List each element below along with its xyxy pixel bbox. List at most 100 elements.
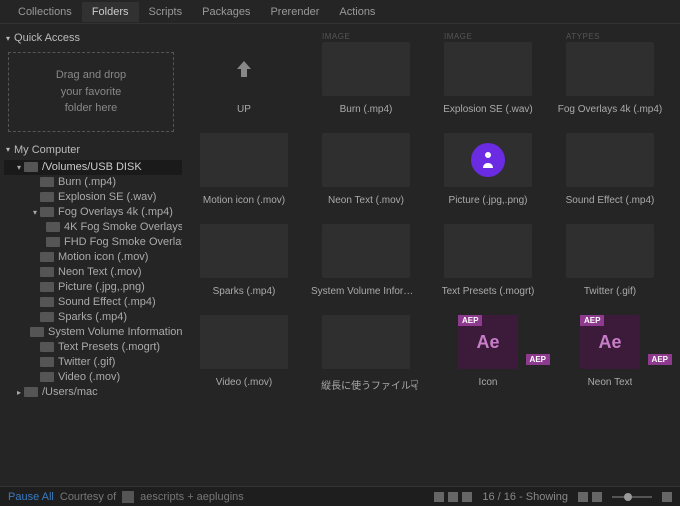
aep-tab: AEP	[580, 315, 604, 326]
tree-item[interactable]: Neon Text (.mov)	[4, 265, 182, 280]
layout-a-button[interactable]	[578, 492, 588, 502]
tab-collections[interactable]: Collections	[8, 2, 82, 22]
grid-item-label: Neon Text	[588, 377, 633, 388]
tree-item[interactable]: Twitter (.gif)	[4, 355, 182, 370]
brand-icon	[122, 491, 134, 503]
folder-icon	[40, 252, 54, 262]
grid-item[interactable]: System Volume Information	[308, 224, 424, 297]
tree-item[interactable]: Text Presets (.mogrt)	[4, 340, 182, 355]
sidebar: ▾ Quick Access Drag and drop your favori…	[0, 24, 182, 486]
folder-icon	[40, 297, 54, 307]
tree-root[interactable]: ▾ /Volumes/USB DISK	[4, 160, 182, 175]
grid-item[interactable]: IMAGEExplosion SE (.wav)	[430, 42, 546, 115]
grid-item-label: Neon Text (.mov)	[328, 195, 404, 206]
aep-file-icon: AeAEP	[580, 315, 640, 369]
tree-item[interactable]: Motion icon (.mov)	[4, 250, 182, 265]
tab-scripts[interactable]: Scripts	[139, 2, 193, 22]
grid-item[interactable]: IMAGEBurn (.mp4)	[308, 42, 424, 115]
footer-right: 16 / 16 - Showing	[434, 491, 672, 503]
grid-item-label: Sound Effect (.mp4)	[566, 195, 655, 206]
folder-icon	[30, 327, 44, 337]
item-count: 16 / 16 - Showing	[482, 491, 568, 503]
tab-folders[interactable]: Folders	[82, 2, 139, 22]
drop-line-3: folder here	[17, 100, 165, 117]
tree-item[interactable]: FHD Fog Smoke Overlays (.mp	[4, 235, 182, 250]
quick-access-header[interactable]: ▾ Quick Access	[0, 28, 182, 48]
folder-thumb	[322, 315, 410, 369]
tree-user-label: /Users/mac	[42, 386, 98, 398]
folder-thumb	[200, 315, 288, 369]
tree-item[interactable]: Sound Effect (.mp4)	[4, 295, 182, 310]
picture-icon	[471, 143, 505, 177]
view-grid-button[interactable]	[434, 492, 444, 502]
grid-item[interactable]: ATYPESFog Overlays 4k (.mp4)	[552, 42, 668, 115]
tree-item-label: Neon Text (.mov)	[58, 266, 142, 278]
grid-item[interactable]: Sound Effect (.mp4)	[552, 133, 668, 206]
grid-item-label: Sparks (.mp4)	[213, 286, 276, 297]
zoom-slider[interactable]	[612, 496, 652, 498]
quick-access-title: Quick Access	[14, 32, 80, 44]
tab-prerender[interactable]: Prerender	[260, 2, 329, 22]
tree-item-label: Sparks (.mp4)	[58, 311, 127, 323]
grid-item[interactable]: Video (.mov)	[186, 315, 302, 392]
layout-c-button[interactable]	[662, 492, 672, 502]
folder-icon	[40, 282, 54, 292]
grid-item-label: Explosion SE (.wav)	[443, 104, 532, 115]
tab-packages[interactable]: Packages	[192, 2, 260, 22]
up-icon[interactable]	[200, 42, 288, 96]
tree-item-label: 4K Fog Smoke Overlays (.mp4)	[64, 221, 182, 233]
view-list-button[interactable]	[448, 492, 458, 502]
grid-item-label: Text Presets (.mogrt)	[442, 286, 535, 297]
tree-item[interactable]: 4K Fog Smoke Overlays (.mp4)	[4, 220, 182, 235]
folder-icon	[40, 267, 54, 277]
tree-item-label: Picture (.jpg,.png)	[58, 281, 145, 293]
layout-b-button[interactable]	[592, 492, 602, 502]
tree-item-label: Burn (.mp4)	[58, 176, 116, 188]
expand-icon[interactable]: ▾	[14, 163, 24, 172]
folder-thumb	[200, 224, 288, 278]
grid-item[interactable]: AeAEPIconAEP☟	[430, 315, 546, 392]
tab-actions[interactable]: Actions	[329, 2, 385, 22]
disk-icon	[24, 162, 38, 172]
folder-icon	[40, 357, 54, 367]
dropzone[interactable]: Drag and drop your favorite folder here	[8, 52, 174, 132]
tree-item[interactable]: System Volume Information	[4, 325, 182, 340]
grid-item[interactable]: Picture (.jpg,.png)	[430, 133, 546, 206]
tree-item[interactable]: Video (.mov)	[4, 370, 182, 385]
tree-item[interactable]: ▾Fog Overlays 4k (.mp4)	[4, 205, 182, 220]
chevron-down-icon: ▾	[6, 145, 10, 154]
nav-tabs: CollectionsFoldersScriptsPackagesPrerend…	[0, 0, 680, 24]
folder-icon	[40, 192, 54, 202]
layout-buttons	[578, 492, 602, 502]
grid-item[interactable]: AeAEP Neon Text AEP	[552, 315, 668, 392]
grid-item[interactable]: Motion icon (.mov)	[186, 133, 302, 206]
expand-icon[interactable]: ▾	[30, 208, 40, 217]
grid-item[interactable]: Neon Text (.mov)	[308, 133, 424, 206]
pause-all-link[interactable]: Pause All	[8, 491, 54, 503]
view-thumb-button[interactable]	[462, 492, 472, 502]
grid-item[interactable]: Sparks (.mp4)	[186, 224, 302, 297]
thumb-tag: IMAGE	[322, 32, 350, 41]
grid-item[interactable]: UP	[186, 42, 302, 115]
tree-user[interactable]: ▸ /Users/mac	[4, 385, 182, 400]
tree-item-label: System Volume Information	[48, 326, 182, 338]
folder-thumb: ATYPES	[566, 42, 654, 96]
grid-item[interactable]: Twitter (.gif)	[552, 224, 668, 297]
tree: ▾ /Volumes/USB DISK Burn (.mp4) Explosion…	[0, 160, 182, 406]
folder-icon	[40, 342, 54, 352]
grid-item[interactable]: 縦長に使うファイル	[308, 315, 424, 392]
grid-item-label: 縦長に使うファイル	[321, 377, 411, 392]
tree-item[interactable]: Explosion SE (.wav)	[4, 190, 182, 205]
tree-item-label: Video (.mov)	[58, 371, 120, 383]
grid-item[interactable]: Text Presets (.mogrt)	[430, 224, 546, 297]
tree-item[interactable]: Sparks (.mp4)	[4, 310, 182, 325]
picture-thumb	[444, 133, 532, 187]
tree-item[interactable]: Picture (.jpg,.png)	[4, 280, 182, 295]
tree-root-label: /Volumes/USB DISK	[42, 161, 142, 173]
view-buttons	[434, 492, 472, 502]
tree-item[interactable]: Burn (.mp4)	[4, 175, 182, 190]
grid-item-label: Burn (.mp4)	[340, 104, 393, 115]
my-computer-header[interactable]: ▾ My Computer	[0, 140, 182, 160]
expand-icon[interactable]: ▸	[14, 388, 24, 397]
folder-thumb	[444, 224, 532, 278]
